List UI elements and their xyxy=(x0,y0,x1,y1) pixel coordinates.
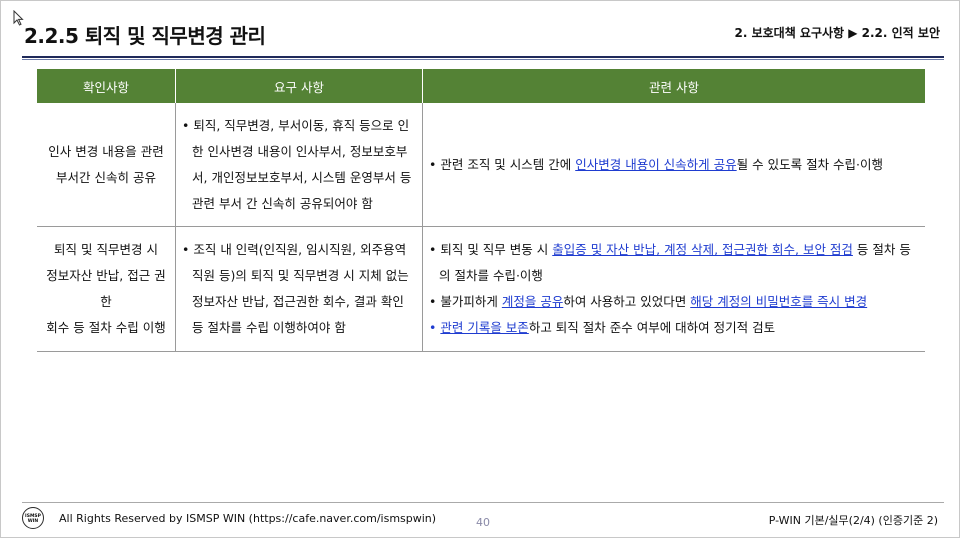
related-text: 하여 사용하고 있었다면 xyxy=(563,294,691,309)
breadcrumb: 2. 보호대책 요구사항 ▶ 2.2. 인적 보안 xyxy=(734,26,940,40)
related-link[interactable]: 계정을 공유 xyxy=(502,294,563,309)
page-number: 40 xyxy=(476,516,490,529)
requirement-text: 퇴직, 직무변경, 부서이동, 휴직 등으로 인한 인사변경 내용이 인사부서,… xyxy=(192,117,412,211)
copyright-text: All Rights Reserved by ISMSP WIN (https:… xyxy=(59,512,437,525)
related-text: 불가피하게 xyxy=(440,294,502,309)
course-label: P-WIN 기본/실무(2/4) (인증기준 2) xyxy=(768,514,938,527)
header-requirement: 요구 사항 xyxy=(175,69,423,103)
related-cell: • 퇴직 및 직무 변동 시 출입증 및 자산 반납, 계정 삭제, 접근권한 … xyxy=(422,226,925,352)
table-header-row: 확인사항 요구 사항 관련 사항 xyxy=(37,69,925,103)
requirements-table: 확인사항 요구 사항 관련 사항 인사 변경 내용을 관련 부서간 신속히 공유… xyxy=(37,69,925,352)
check-line: 회수 등 절차 수립 이행 xyxy=(46,320,166,335)
check-cell: 인사 변경 내용을 관련 부서간 신속히 공유 xyxy=(37,103,176,227)
footer-divider xyxy=(22,502,944,503)
requirement-cell: • 조직 내 인력(인직원, 임시직원, 외주용역직원 등)의 퇴직 및 직무변… xyxy=(175,226,423,352)
check-line: 부서간 신속히 공유 xyxy=(56,169,156,185)
related-cell: • 관련 조직 및 시스템 간에 인사변경 내용이 신속하게 공유될 수 있도록… xyxy=(422,103,925,227)
table-row: 퇴직 및 직무변경 시 정보자산 반납, 접근 권한 회수 등 절차 수립 이행… xyxy=(37,226,925,352)
check-line: 퇴직 및 직무변경 시 xyxy=(54,242,158,257)
requirement-cell: • 퇴직, 직무변경, 부서이동, 휴직 등으로 인한 인사변경 내용이 인사부… xyxy=(175,103,423,227)
requirement-text: 조직 내 인력(인직원, 임시직원, 외주용역직원 등)의 퇴직 및 직무변경 … xyxy=(192,242,409,335)
related-text: 하고 퇴직 절차 준수 여부에 대하여 정기적 검토 xyxy=(528,320,776,335)
related-text: 퇴직 및 직무 변동 시 xyxy=(440,242,553,257)
title-divider xyxy=(22,56,944,58)
title-divider-thin xyxy=(22,59,944,60)
table-row: 인사 변경 내용을 관련 부서간 신속히 공유 • 퇴직, 직무변경, 부서이동… xyxy=(37,103,925,227)
check-line: 정보자산 반납, 접근 권한 xyxy=(46,268,166,309)
header-check: 확인사항 xyxy=(37,69,176,103)
related-text: 관련 조직 및 시스템 간에 xyxy=(440,156,576,172)
related-link[interactable]: 관련 기록을 보존 xyxy=(440,320,528,335)
related-link[interactable]: 해당 계정의 비밀번호를 즉시 변경 xyxy=(690,294,867,309)
header-related: 관련 사항 xyxy=(422,69,925,103)
check-cell: 퇴직 및 직무변경 시 정보자산 반납, 접근 권한 회수 등 절차 수립 이행 xyxy=(37,226,176,352)
related-link[interactable]: 출입증 및 자산 반납, 계정 삭제, 접근권한 회수, 보안 점검 xyxy=(552,242,853,257)
ismsp-win-logo: ISMSP WIN xyxy=(22,507,44,529)
related-link[interactable]: 인사변경 내용이 신속하게 공유 xyxy=(575,157,736,172)
page-title: 2.2.5 퇴직 및 직무변경 관리 xyxy=(24,24,266,48)
related-text: 될 수 있도록 절차 수립·이행 xyxy=(736,156,884,172)
check-line: 인사 변경 내용을 관련 xyxy=(48,143,164,159)
